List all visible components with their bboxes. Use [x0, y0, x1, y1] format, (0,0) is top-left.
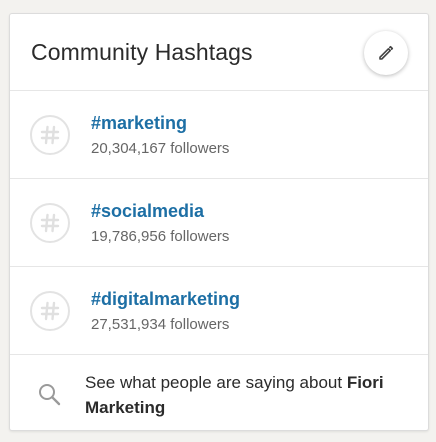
hashtag-icon	[30, 114, 70, 155]
follower-count: 19,786,956 followers	[91, 227, 230, 245]
hashtag-link[interactable]: #digitalmarketing	[91, 289, 240, 310]
follower-count: 27,531,934 followers	[91, 315, 230, 333]
edit-button[interactable]	[364, 31, 408, 75]
hashtag-icon	[30, 202, 70, 243]
hashtag-row[interactable]: #socialmedia 19,786,956 followers	[10, 179, 428, 267]
follower-count: 20,304,167 followers	[91, 139, 230, 157]
hashtag-info: #digitalmarketing 27,531,934 followers	[91, 289, 240, 333]
see-more-prefix: See what people are saying about	[85, 373, 347, 392]
search-icon	[37, 382, 67, 413]
card-title: Community Hashtags	[31, 38, 253, 65]
hashtag-info: #marketing 20,304,167 followers	[91, 113, 229, 157]
see-more-text: See what people are saying about Fiori M…	[85, 370, 412, 420]
card-header: Community Hashtags	[10, 14, 428, 91]
community-hashtags-card: Community Hashtags #marketing 20,304,167…	[9, 13, 429, 431]
hashtag-link[interactable]: #marketing	[91, 113, 229, 134]
hashtag-row[interactable]: #marketing 20,304,167 followers	[10, 91, 428, 179]
hashtag-info: #socialmedia 19,786,956 followers	[91, 201, 229, 245]
hashtag-row[interactable]: #digitalmarketing 27,531,934 followers	[10, 267, 428, 355]
hashtag-icon	[30, 290, 70, 331]
pencil-icon	[379, 45, 394, 60]
hashtag-link[interactable]: #socialmedia	[91, 201, 229, 222]
see-more-link[interactable]: See what people are saying about Fiori M…	[10, 355, 428, 430]
